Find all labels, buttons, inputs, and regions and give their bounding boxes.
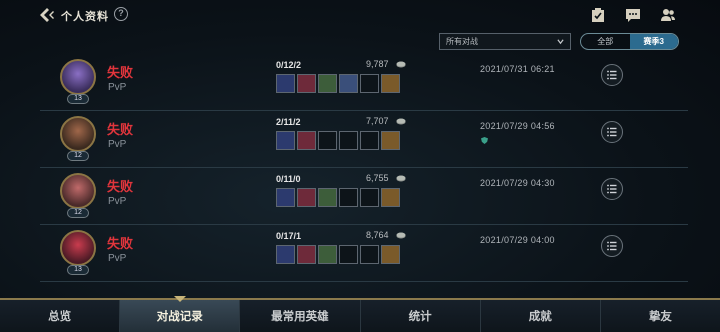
- item-slot[interactable]: [360, 74, 379, 93]
- gold-earned: 7,707: [366, 116, 389, 126]
- item-build: [276, 74, 400, 93]
- item-slot[interactable]: [381, 74, 400, 93]
- item-slot[interactable]: [360, 131, 379, 150]
- champion-avatar: [60, 230, 96, 266]
- shield-badge-icon: [481, 137, 488, 144]
- game-mode: PvP: [108, 196, 127, 207]
- item-build: [276, 245, 400, 264]
- kda: 2/11/2: [276, 117, 301, 127]
- game-mode: PvP: [108, 82, 127, 93]
- item-slot[interactable]: [381, 188, 400, 207]
- champion-avatar: [60, 59, 96, 95]
- match-row: 13 失败 PvP 0/17/1 8,764 2021/07/29 04:00: [40, 225, 688, 282]
- item-slot[interactable]: [360, 188, 379, 207]
- match-row: 12 失败 PvP 0/11/0 6,755 2021/07/29 04:30: [40, 168, 688, 225]
- season-option-all[interactable]: 全部: [581, 34, 630, 49]
- item-slot[interactable]: [297, 245, 316, 264]
- gold-coin-icon: [396, 61, 406, 68]
- gold-earned: 8,764: [366, 230, 389, 240]
- level-badge: 12: [67, 151, 89, 161]
- item-slot[interactable]: [318, 74, 337, 93]
- item-slot[interactable]: [297, 131, 316, 150]
- item-slot[interactable]: [339, 74, 358, 93]
- match-result: 失败: [107, 179, 134, 194]
- champion-avatar: [60, 116, 96, 152]
- match-result: 失败: [107, 122, 134, 137]
- item-slot[interactable]: [360, 245, 379, 264]
- tab-match-history-label: 对战记录: [156, 311, 203, 323]
- item-slot[interactable]: [276, 131, 295, 150]
- gold-coin-icon: [396, 118, 406, 125]
- item-slot[interactable]: [297, 188, 316, 207]
- season-option-season3[interactable]: 赛季3: [629, 34, 678, 49]
- item-build: [276, 188, 400, 207]
- item-slot[interactable]: [276, 74, 295, 93]
- dropdown-chevron-icon: [557, 39, 564, 45]
- tab-overview[interactable]: 总览: [0, 300, 121, 332]
- item-slot[interactable]: [276, 245, 295, 264]
- profile-tab-bar: 总览 对战记录 最常用英雄 统计 成就 挚友: [0, 296, 720, 332]
- gold-coin-icon: [396, 232, 406, 239]
- champion-avatar: [60, 173, 96, 209]
- item-slot[interactable]: [318, 131, 337, 150]
- item-slot[interactable]: [318, 188, 337, 207]
- active-tab-indicator-icon: [173, 296, 186, 302]
- match-result: 失败: [107, 65, 134, 80]
- level-badge: 13: [67, 265, 89, 275]
- gold-earned: 9,787: [366, 59, 389, 69]
- list-detail-icon: [607, 241, 617, 251]
- tab-stats[interactable]: 统计: [361, 300, 481, 332]
- level-badge: 13: [67, 94, 89, 104]
- list-detail-icon: [607, 127, 617, 137]
- item-slot[interactable]: [381, 245, 400, 264]
- match-date: 2021/07/29 04:30: [480, 178, 555, 188]
- game-mode: PvP: [108, 139, 127, 150]
- tab-achievements[interactable]: 成就: [481, 300, 601, 332]
- chat-icon[interactable]: [625, 7, 641, 23]
- item-slot[interactable]: [297, 74, 316, 93]
- match-row: 13 失败 PvP 0/12/2 9,787 2021/07/31 06:21: [40, 54, 688, 111]
- friends-icon[interactable]: [660, 7, 676, 23]
- back-chevron-icon[interactable]: [38, 7, 56, 23]
- match-date: 2021/07/31 06:21: [480, 64, 555, 74]
- match-detail-button[interactable]: [601, 235, 623, 257]
- gold-coin-icon: [396, 175, 406, 182]
- queue-filter-value: 所有对战: [446, 37, 478, 46]
- match-history-list: 13 失败 PvP 0/12/2 9,787 2021/07/31 06:21 …: [40, 54, 688, 294]
- match-date: 2021/07/29 04:00: [480, 235, 555, 245]
- match-date: 2021/07/29 04:56: [480, 121, 555, 131]
- tab-top-champions[interactable]: 最常用英雄: [240, 300, 361, 332]
- match-detail-button[interactable]: [601, 121, 623, 143]
- season-toggle: 全部 赛季3: [580, 33, 679, 50]
- item-slot[interactable]: [318, 245, 337, 264]
- kda: 0/17/1: [276, 231, 302, 241]
- item-slot[interactable]: [276, 188, 295, 207]
- gold-earned: 6,755: [366, 173, 389, 183]
- tab-best-friends[interactable]: 挚友: [601, 300, 720, 332]
- top-bar: 个人资料 ?: [0, 0, 720, 30]
- page-title: 个人资料: [61, 11, 109, 23]
- kda: 0/11/0: [276, 174, 301, 184]
- queue-filter-dropdown[interactable]: 所有对战: [439, 33, 571, 50]
- match-row: 12 失败 PvP 2/11/2 7,707 2021/07/29 04:56: [40, 111, 688, 168]
- kda: 0/12/2: [276, 60, 302, 70]
- item-slot[interactable]: [339, 245, 358, 264]
- missions-icon[interactable]: [590, 7, 606, 23]
- list-detail-icon: [607, 184, 617, 194]
- game-mode: PvP: [108, 253, 127, 264]
- help-icon[interactable]: ?: [114, 7, 128, 21]
- item-slot[interactable]: [339, 188, 358, 207]
- item-slot[interactable]: [339, 131, 358, 150]
- match-detail-button[interactable]: [601, 64, 623, 86]
- match-result: 失败: [107, 236, 134, 251]
- item-slot[interactable]: [381, 131, 400, 150]
- list-detail-icon: [607, 70, 617, 80]
- level-badge: 12: [67, 208, 89, 218]
- item-build: [276, 131, 400, 150]
- tab-match-history[interactable]: 对战记录: [120, 296, 241, 332]
- match-detail-button[interactable]: [601, 178, 623, 200]
